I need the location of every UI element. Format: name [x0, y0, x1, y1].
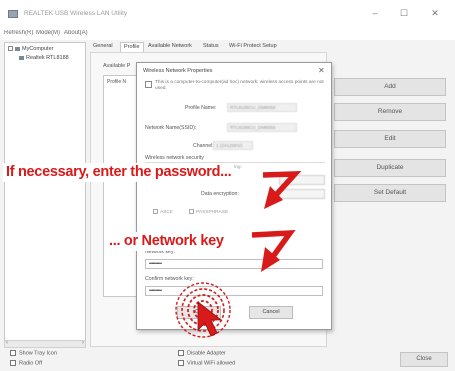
virtual-wifi-checkbox[interactable]: Virtual WiFi allowed — [178, 360, 235, 366]
tab-general[interactable]: General — [90, 42, 116, 52]
scroll-left-icon[interactable]: ‹ — [6, 340, 8, 346]
duplicate-button[interactable]: Duplicate — [334, 159, 446, 177]
virtual-wifi-label: Virtual WiFi allowed — [187, 360, 236, 367]
close-window-button[interactable]: ✕ — [428, 7, 442, 19]
confirm-network-key-input[interactable]: •••••••••• — [145, 286, 323, 296]
tab-available-network[interactable]: Available Network — [145, 42, 195, 52]
channel-label: Channel: — [193, 143, 214, 149]
checkbox-icon[interactable] — [189, 209, 194, 214]
title-bar: REALTEK USB Wireless LAN Utility – ☐ ✕ — [0, 0, 455, 28]
profile-name-label: Profile Name: — [185, 105, 217, 111]
dialog-close-icon[interactable]: ✕ — [318, 66, 325, 75]
adapter-icon — [19, 55, 24, 60]
tree-root-label: MyComputer — [22, 46, 54, 52]
edit-button[interactable]: Edit — [334, 130, 446, 148]
cancel-button[interactable]: Cancel — [249, 306, 293, 319]
data-encryption-select[interactable] — [279, 189, 325, 199]
profile-name-field[interactable]: RTL8188CU_DM8058 — [227, 103, 297, 112]
radio-off-label: Radio Off — [19, 360, 43, 367]
remove-button[interactable]: Remove — [334, 103, 446, 121]
tree-adapter-label: Realtek RTL8188 — [26, 55, 69, 61]
device-tree[interactable]: MyComputer Realtek RTL8188 — [4, 42, 86, 344]
tab-profile[interactable]: Profile — [120, 42, 144, 52]
adhoc-checkbox[interactable] — [145, 81, 152, 88]
computer-icon — [15, 46, 20, 51]
menu-bar: Refresh(R) Mode(M) About(A) — [0, 28, 455, 40]
tree-root[interactable]: MyComputer — [8, 46, 53, 52]
tab-wifi-protect-setup[interactable]: Wi-Fi Protect Setup — [226, 42, 280, 52]
wireless-properties-dialog: Wireless Network Properties ✕ This is a … — [136, 62, 332, 330]
passphrase-label: PASSPHRASE — [196, 209, 229, 215]
checkbox-icon[interactable] — [10, 350, 16, 356]
menu-refresh[interactable]: Refresh(R) — [4, 30, 33, 36]
show-tray-icon-checkbox[interactable]: Show Tray Icon — [10, 350, 57, 356]
disable-adapter-checkbox[interactable]: Disable Adapter — [178, 350, 226, 356]
network-authentication-select[interactable] — [279, 175, 325, 185]
checkbox-icon[interactable] — [10, 360, 16, 366]
network-key-input[interactable]: •••••••••• — [145, 259, 323, 269]
checkbox-icon[interactable] — [153, 209, 158, 214]
ssid-label: Network Name(SSID): — [145, 125, 197, 131]
maximize-button[interactable]: ☐ — [397, 7, 411, 19]
available-profiles-label: Available P — [103, 63, 131, 69]
add-button[interactable]: Add — [334, 78, 446, 96]
menu-about[interactable]: About(A) — [64, 30, 88, 36]
data-encryption-label: Data encryption: — [201, 191, 239, 197]
checkbox-icon[interactable] — [178, 350, 184, 356]
scroll-right-icon[interactable]: › — [82, 340, 84, 346]
security-group-label: Wireless network security — [145, 155, 204, 161]
confirm-network-key-label: Confirm network key: — [145, 276, 194, 282]
menu-mode[interactable]: Mode(M) — [36, 30, 60, 36]
adhoc-note: This is a computer-to-computer(ad hoc) n… — [155, 80, 324, 91]
passphrase-checkbox[interactable]: PASSPHRASE — [189, 209, 228, 215]
profile-list-header: Profile N — [107, 79, 127, 85]
disable-adapter-label: Disable Adapter — [187, 350, 226, 357]
show-tray-icon-label: Show Tray Icon — [19, 350, 57, 357]
collapse-icon[interactable] — [8, 46, 13, 52]
checkbox-icon[interactable] — [178, 360, 184, 366]
ascii-label: ASCII — [160, 209, 173, 215]
dialog-title: Wireless Network Properties — [143, 68, 213, 74]
password-hint-annotation: If necessary, enter the password... — [3, 163, 235, 182]
close-button[interactable]: Close — [400, 352, 448, 367]
tab-status[interactable]: Status — [200, 42, 222, 52]
ascii-checkbox[interactable]: ASCII — [153, 209, 173, 215]
ok-button[interactable]: OK — [177, 306, 221, 319]
window-title: REALTEK USB Wireless LAN Utility — [24, 10, 128, 17]
tree-horizontal-scrollbar[interactable]: ‹ › — [4, 340, 86, 348]
utility-window: REALTEK USB Wireless LAN Utility – ☐ ✕ R… — [0, 0, 455, 371]
app-icon — [8, 10, 18, 18]
bottom-bar: Show Tray Icon Radio Off Disable Adapter… — [0, 348, 455, 371]
network-key-hint-annotation: ... or Network key — [106, 232, 227, 251]
ssid-field[interactable]: RTL8188CU_DM8058 — [227, 123, 297, 132]
minimize-button[interactable]: – — [368, 7, 382, 19]
set-default-button[interactable]: Set Default — [334, 184, 446, 202]
radio-off-checkbox[interactable]: Radio Off — [10, 360, 42, 366]
channel-field[interactable]: 1 (2412MHz) — [213, 141, 253, 150]
tree-adapter[interactable]: Realtek RTL8188 — [19, 55, 69, 61]
